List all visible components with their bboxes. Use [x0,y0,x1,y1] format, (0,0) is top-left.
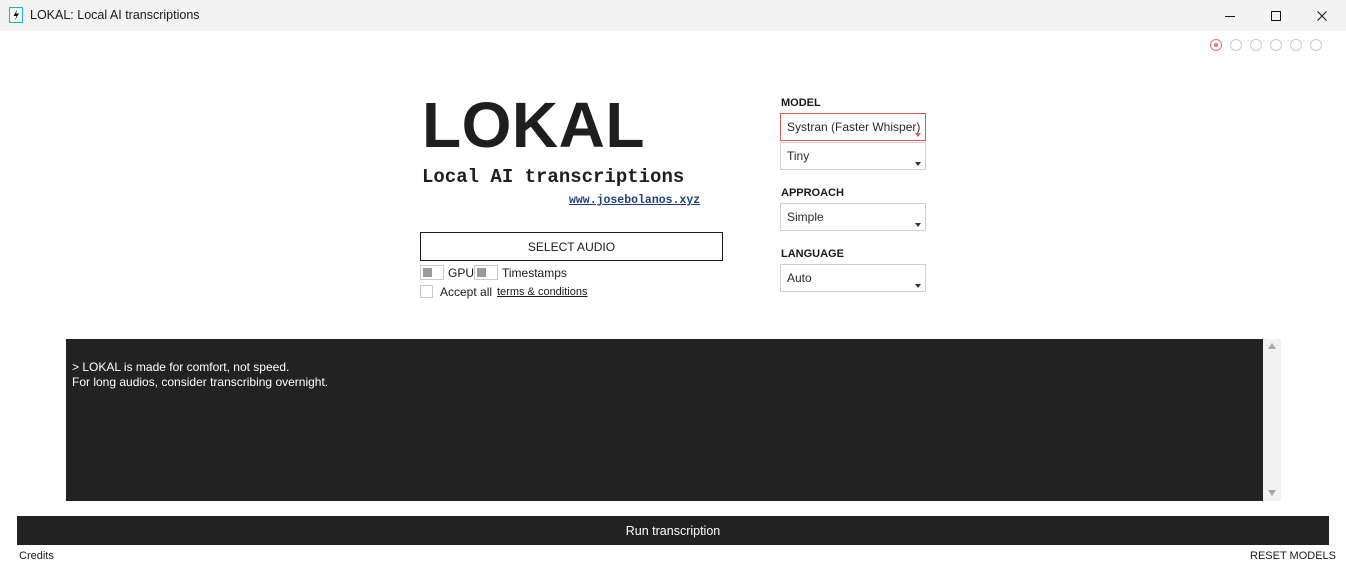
run-transcription-button[interactable]: Run transcription [17,516,1329,545]
console-scrollbar[interactable] [1263,339,1281,501]
minimize-icon [1225,15,1235,17]
gpu-label: GPU [448,266,475,280]
window-title: LOKAL: Local AI transcriptions [30,8,200,22]
app-subtitle: Local AI transcriptions [422,166,685,188]
terms-link[interactable]: terms & conditions [497,286,587,298]
close-icon [1317,10,1327,21]
step-dot-1 [1210,39,1222,51]
app-logo-icon [9,7,23,23]
step-dot-4 [1270,39,1282,51]
chevron-down-icon [915,133,921,137]
step-dot-5 [1290,39,1302,51]
timestamps-label: Timestamps [502,266,567,280]
select-audio-button[interactable]: SELECT AUDIO [420,232,723,261]
chevron-down-icon [915,223,921,227]
scroll-up-icon[interactable] [1268,343,1276,349]
maximize-button[interactable] [1253,0,1299,31]
close-button[interactable] [1299,0,1345,31]
credits-link[interactable]: Credits [19,550,54,562]
model-size-dropdown[interactable]: Tiny [780,142,926,170]
toggle-knob [423,268,432,277]
step-dot-3 [1250,39,1262,51]
accept-terms-checkbox[interactable] [420,285,433,298]
gpu-toggle[interactable] [420,265,444,280]
minimize-button[interactable] [1207,0,1253,31]
console-output[interactable]: > LOKAL is made for comfort, not speed. … [66,339,1263,501]
title-bar [0,0,1346,31]
website-link[interactable]: www.josebolanos.xyz [569,194,700,207]
model-dropdown-value: Systran (Faster Whisper) [787,120,921,134]
language-value: Auto [787,271,812,285]
toggle-knob [477,268,486,277]
language-label: LANGUAGE [781,248,844,260]
scroll-down-icon[interactable] [1268,490,1276,496]
approach-value: Simple [787,210,824,224]
accept-all-label: Accept all [440,285,493,299]
approach-label: APPROACH [781,187,844,199]
chevron-down-icon [915,162,921,166]
model-label: MODEL [781,97,821,109]
step-dot-2 [1230,39,1242,51]
model-dropdown[interactable]: Systran (Faster Whisper) [780,113,926,141]
language-dropdown[interactable]: Auto [780,264,926,292]
chevron-down-icon [915,284,921,288]
approach-dropdown[interactable]: Simple [780,203,926,231]
app-logo-text: LOKAL [422,89,645,161]
model-size-value: Tiny [787,149,810,163]
reset-models-button[interactable]: RESET MODELS [1250,550,1336,562]
maximize-icon [1271,10,1281,21]
step-dot-6 [1310,39,1322,51]
timestamps-toggle[interactable] [474,265,498,280]
